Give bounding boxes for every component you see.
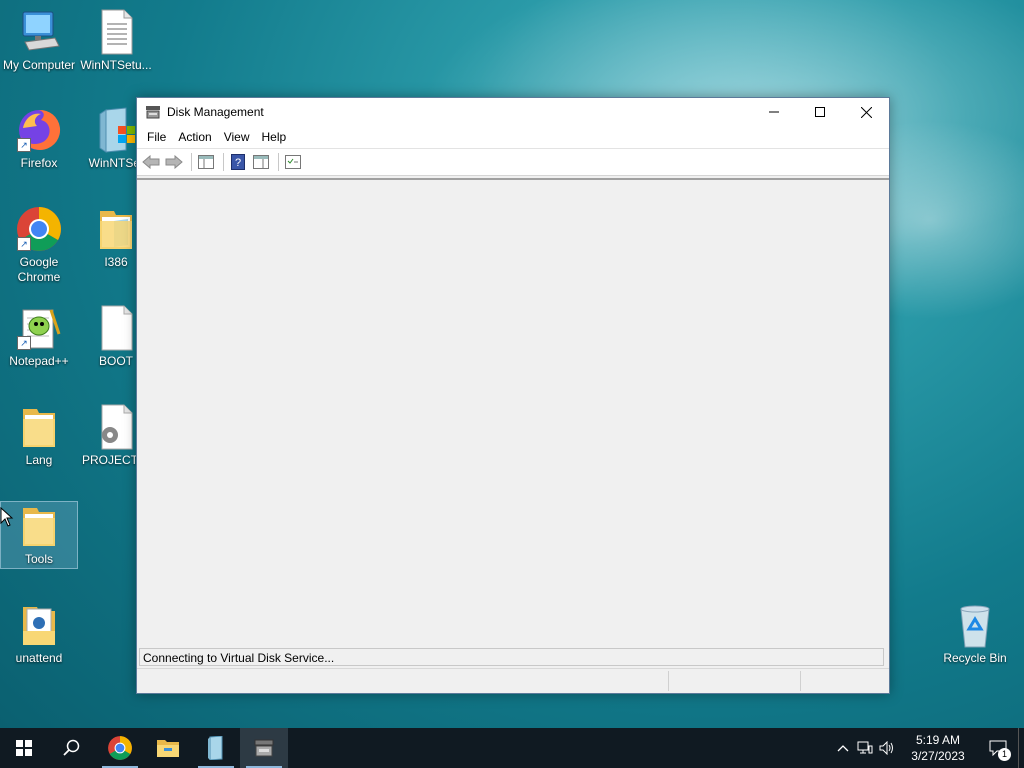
clock-time: 5:19 AM [915, 733, 961, 747]
search-button[interactable] [48, 728, 96, 768]
properties-icon [285, 155, 301, 169]
text-file-icon [92, 8, 140, 56]
taskbar-chrome[interactable] [96, 728, 144, 768]
folder-icon [15, 403, 63, 451]
start-button[interactable] [0, 728, 48, 768]
minimize-button[interactable] [751, 98, 797, 126]
notification-badge: 1 [998, 748, 1011, 761]
volume-button[interactable] [876, 728, 898, 768]
xml-file-icon [15, 601, 63, 649]
show-hide-console-tree-button[interactable] [196, 152, 216, 172]
menu-file[interactable]: File [141, 128, 172, 146]
svg-text:?: ? [235, 157, 241, 169]
desktop-icon-winntsetup-file[interactable]: WinNTSetu... [78, 8, 154, 73]
winntsetup-icon [208, 736, 223, 760]
firefox-icon: ↗ [15, 106, 63, 154]
properties-button[interactable] [283, 152, 303, 172]
desktop-icon-label: unattend [15, 651, 63, 665]
disk-management-window[interactable]: Disk Management File Action View Help ? … [136, 97, 890, 694]
desktop-icon-label: WinNTSetu... [80, 58, 152, 72]
settings-file-icon [92, 403, 140, 451]
desktop-icon-label: Firefox [20, 156, 58, 170]
notepad-plus-plus-icon: ↗ [15, 304, 63, 352]
desktop-icon-lang[interactable]: Lang [1, 403, 77, 468]
winntsetup-icon [92, 106, 140, 154]
disk-management-icon [254, 739, 274, 757]
taskbar-disk-management[interactable] [240, 728, 288, 768]
desktop-icon-my-computer[interactable]: My Computer [1, 8, 77, 73]
close-icon [860, 106, 872, 118]
desktop-icon-notepad-plus-plus[interactable]: ↗ Notepad++ [1, 304, 77, 369]
desktop-icon-firefox[interactable]: ↗ Firefox [1, 106, 77, 171]
toolbar: ? [137, 148, 889, 176]
forward-button[interactable] [164, 152, 184, 172]
show-hide-action-pane-button[interactable] [251, 152, 271, 172]
action-pane-icon [253, 155, 269, 169]
clock[interactable]: 5:19 AM 3/27/2023 [898, 732, 978, 764]
desktop-icon-label: Recycle Bin [943, 651, 1007, 665]
disk-management-content-area [137, 178, 889, 666]
menu-action[interactable]: Action [172, 128, 217, 146]
console-tree-icon [198, 155, 214, 169]
taskbar-file-explorer[interactable] [144, 728, 192, 768]
clock-date: 3/27/2023 [911, 749, 965, 763]
system-tray: 5:19 AM 3/27/2023 1 [832, 728, 1024, 768]
network-icon [857, 741, 873, 754]
start-icon [16, 740, 32, 756]
window-title: Disk Management [167, 105, 264, 119]
recycle-bin-icon [951, 601, 999, 649]
maximize-button[interactable] [797, 98, 843, 126]
show-hidden-icons-button[interactable] [832, 728, 854, 768]
forward-arrow-icon [165, 155, 183, 169]
desktop-icon-unattend[interactable]: unattend [1, 601, 77, 666]
minimize-icon [769, 111, 779, 113]
chevron-up-icon [837, 745, 849, 752]
desktop-icon-label: My Computer [2, 58, 76, 72]
menu-help[interactable]: Help [256, 128, 293, 146]
maximize-icon [815, 107, 825, 117]
file-explorer-icon [157, 740, 179, 757]
back-arrow-icon [142, 155, 160, 169]
taskbar: 5:19 AM 3/27/2023 1 [0, 728, 1024, 768]
folder-icon [92, 205, 140, 253]
show-desktop-button[interactable] [1018, 728, 1024, 768]
computer-icon [15, 8, 63, 56]
disk-management-icon [146, 106, 160, 119]
desktop-icon-google-chrome[interactable]: ↗ Google Chrome [1, 205, 77, 285]
menu-view[interactable]: View [218, 128, 256, 146]
chrome-icon: ↗ [15, 205, 63, 253]
network-button[interactable] [854, 728, 876, 768]
search-icon [63, 739, 80, 756]
mouse-cursor-icon [0, 507, 14, 527]
desktop: My Computer WinNTSetu... ↗ Firefox WinNT… [0, 0, 1024, 728]
menu-bar: File Action View Help [137, 126, 889, 148]
title-bar[interactable]: Disk Management [137, 98, 889, 126]
taskbar-winntsetup[interactable] [192, 728, 240, 768]
back-button[interactable] [141, 152, 161, 172]
status-message: Connecting to Virtual Disk Service... [139, 648, 884, 666]
desktop-icon-label: Notepad++ [9, 354, 69, 368]
speaker-icon [879, 741, 893, 755]
desktop-icon-label: Lang [25, 453, 53, 467]
blank-file-icon [92, 304, 140, 352]
folder-icon [15, 502, 63, 550]
desktop-icon-recycle-bin[interactable]: Recycle Bin [937, 601, 1013, 666]
status-bar [137, 668, 889, 693]
help-button[interactable]: ? [228, 152, 248, 172]
chrome-icon [108, 736, 132, 760]
desktop-icon-label: Tools [24, 552, 53, 566]
action-center-button[interactable]: 1 [978, 728, 1018, 768]
close-button[interactable] [843, 98, 889, 126]
help-icon: ? [231, 154, 245, 170]
desktop-icon-label: Google Chrome [17, 255, 61, 284]
